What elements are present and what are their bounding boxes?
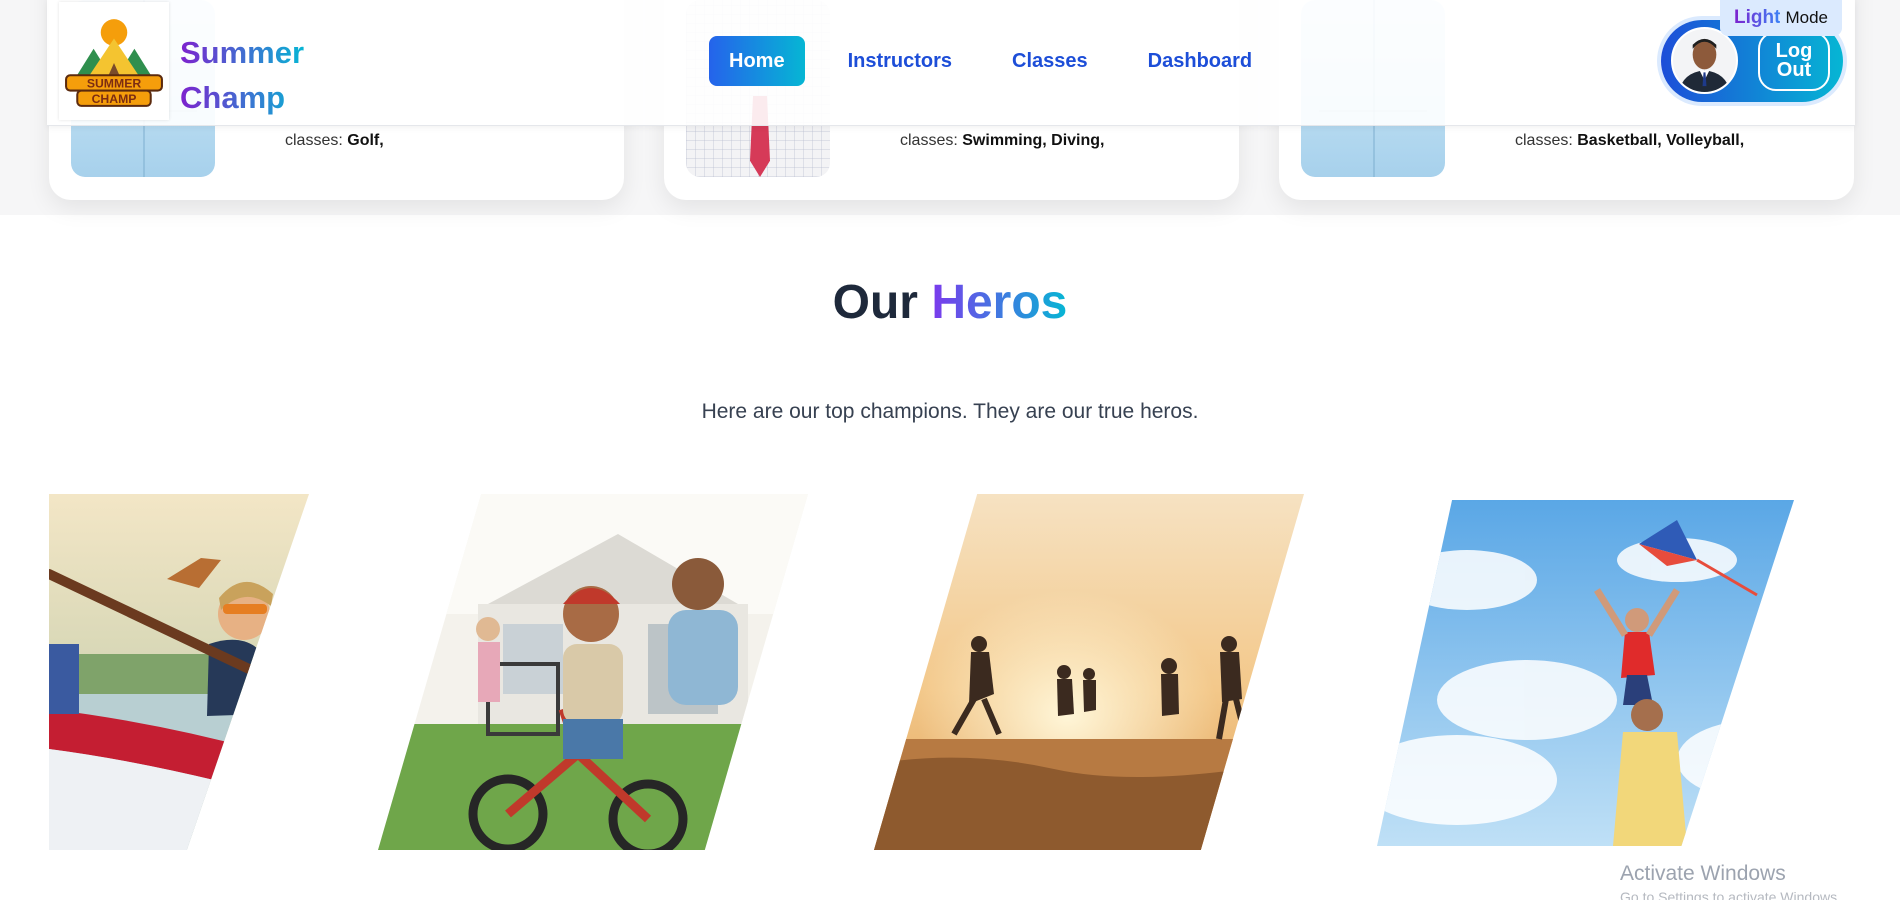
svg-text:SUMMER: SUMMER	[87, 77, 142, 91]
navbar: SUMMER CHAMP Summer Champ Home Instructo…	[47, 0, 1855, 126]
nav-home[interactable]: Home	[709, 36, 805, 86]
section-title: Our Heros	[832, 276, 1068, 329]
section-subtitle: Here are our top champions. They are our…	[701, 400, 1199, 423]
brand-logo[interactable]: SUMMER CHAMP	[59, 2, 169, 120]
instructor-classes: classes: Golf,	[285, 132, 384, 149]
nav-dashboard[interactable]: Dashboard	[1133, 36, 1267, 86]
theme-toggle[interactable]: Light Mode	[1720, 0, 1842, 36]
instructor-classes: classes: Swimming, Diving,	[900, 132, 1105, 149]
windows-watermark-sub: Go to Settings to activate Windows.	[1620, 889, 1841, 900]
windows-watermark: Activate Windows	[1620, 862, 1786, 885]
brand-line-2: Champ	[180, 75, 304, 120]
hero-image-kite	[1377, 500, 1794, 846]
theme-mode-label: Mode	[1785, 8, 1828, 27]
brand-name[interactable]: Summer Champ	[180, 30, 304, 120]
nav-instructors[interactable]: Instructors	[833, 36, 967, 86]
hero-image-bicycle	[378, 494, 808, 850]
nav-classes[interactable]: Classes	[997, 36, 1103, 86]
instructor-classes: classes: Basketball, Volleyball,	[1515, 132, 1745, 149]
user-avatar-icon	[1673, 29, 1736, 92]
logout-button[interactable]: Log Out	[1758, 31, 1830, 91]
theme-light-label: Light	[1734, 7, 1781, 28]
brand-line-1: Summer	[180, 30, 304, 75]
camp-logo-icon: SUMMER CHAMP	[65, 19, 163, 107]
hero-image-beach	[874, 494, 1304, 850]
main-nav: Home Instructors Classes Dashboard	[709, 36, 1297, 86]
avatar[interactable]	[1671, 27, 1738, 94]
svg-text:CHAMP: CHAMP	[92, 92, 137, 106]
hero-image-kayak	[49, 494, 309, 850]
